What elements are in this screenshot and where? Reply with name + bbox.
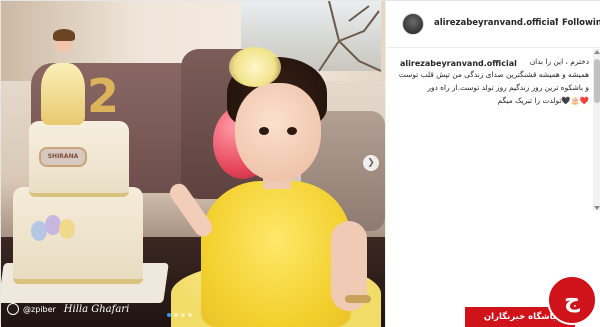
caption-line-1: دخترم ، این را بدان bbox=[529, 57, 589, 66]
following-button[interactable]: Following bbox=[562, 18, 600, 28]
header-separator: • bbox=[554, 16, 560, 26]
header-username[interactable]: alirezabeyranvand.official bbox=[434, 18, 558, 28]
scroll-thumb[interactable] bbox=[594, 59, 600, 103]
caption-line-4: ❤️🎂🖤تولدت را تبریک میگم bbox=[497, 96, 589, 105]
cake-number-topper: 2 bbox=[87, 69, 120, 123]
photo-watermark: @zpiber Hilla Ghafari bbox=[7, 301, 129, 317]
news-agency-logo-icon: ج bbox=[547, 275, 597, 325]
photographer-logo-icon bbox=[7, 303, 19, 315]
carousel-dot[interactable] bbox=[188, 313, 192, 317]
instagram-post: SHIRANA 2 @zpiber Hilla Ghafari ❯ alirez… bbox=[0, 0, 600, 327]
caption-scrollbar[interactable] bbox=[593, 49, 600, 211]
post-photo[interactable]: SHIRANA 2 @zpiber Hilla Ghafari ❯ bbox=[1, 1, 385, 327]
girl-left-eye bbox=[259, 127, 269, 135]
bracelet bbox=[345, 295, 371, 303]
carousel-dot[interactable] bbox=[174, 313, 178, 317]
cake-balloon-decor bbox=[31, 215, 87, 247]
chevron-right-icon: ❯ bbox=[367, 158, 375, 168]
cake-plaque-text: SHIRANA bbox=[47, 153, 79, 160]
caption-line-3: و باشکوه ترین روز زندگیم روز تولد توست.ا… bbox=[427, 83, 589, 92]
girl-dress bbox=[201, 181, 351, 327]
watermark-signature: Hilla Ghafari bbox=[63, 303, 130, 315]
carousel-dot[interactable] bbox=[167, 313, 171, 317]
girl-face bbox=[235, 83, 321, 181]
cake-topper-hair bbox=[53, 29, 75, 41]
caption-username[interactable]: alirezabeyranvand.official bbox=[400, 59, 517, 68]
carousel-next-button[interactable]: ❯ bbox=[363, 155, 379, 171]
news-agency-logo-glyph: ج bbox=[564, 287, 580, 313]
cake-topper-dress bbox=[41, 63, 85, 125]
cake-name-plaque: SHIRANA bbox=[39, 147, 87, 167]
carousel-dot[interactable] bbox=[181, 313, 185, 317]
hair-bow bbox=[229, 47, 281, 87]
scroll-up-icon[interactable] bbox=[594, 50, 600, 54]
post-header: alirezabeyranvand.official • Following bbox=[386, 1, 600, 48]
girl-right-eye bbox=[287, 127, 297, 135]
scroll-down-icon[interactable] bbox=[594, 206, 600, 210]
carousel-dots bbox=[167, 313, 192, 317]
news-agency-name: باشگاه خبرنگاران bbox=[483, 312, 557, 322]
watermark-handle: @zpiber bbox=[23, 304, 56, 314]
caption-line-2: همیشه و همیشه قشنگترین صدای زندگی من تپش… bbox=[398, 70, 589, 79]
avatar[interactable] bbox=[402, 13, 424, 35]
